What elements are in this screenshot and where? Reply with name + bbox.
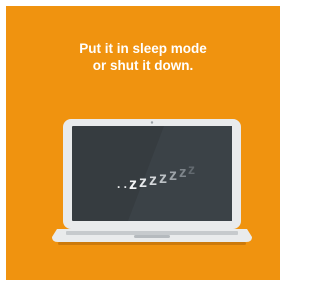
illustration-card: Put it in sleep mode or shut it down. . …	[6, 6, 280, 280]
laptop-shadow	[58, 242, 246, 245]
sleep-z-1: z	[129, 176, 137, 193]
laptop-icon: . . . z z z z z z z	[52, 119, 252, 245]
sleep-z-3: z	[149, 172, 157, 189]
webcam-icon	[150, 121, 154, 124]
sleep-z-6: z	[179, 164, 187, 181]
sleep-z-7: z	[188, 161, 195, 177]
trackpad-notch	[134, 235, 170, 238]
sleep-z-4: z	[159, 170, 167, 187]
keyboard-strip	[66, 231, 238, 235]
sleep-z-2: z	[139, 174, 147, 191]
sleep-z-5: z	[169, 167, 177, 184]
